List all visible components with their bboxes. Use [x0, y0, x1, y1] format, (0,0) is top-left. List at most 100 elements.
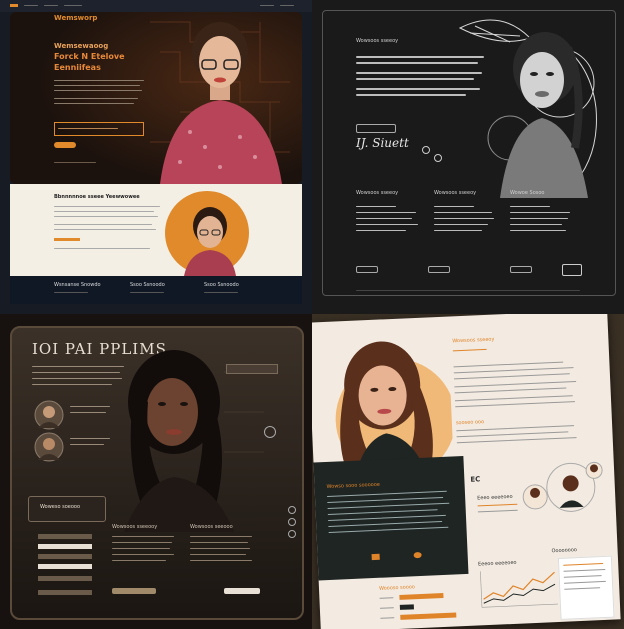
- social-icon[interactable]: [422, 146, 430, 154]
- col-line: [112, 560, 166, 561]
- hero-text-line: [54, 162, 96, 163]
- progress-bar: [399, 593, 444, 600]
- outline-button[interactable]: [356, 124, 396, 133]
- col-button[interactable]: [356, 266, 378, 273]
- nav-item[interactable]: [280, 5, 294, 6]
- text-line: [54, 248, 150, 249]
- form-field[interactable]: [38, 564, 92, 569]
- form-field[interactable]: [38, 534, 92, 539]
- text-line: [328, 526, 449, 533]
- text-line: [54, 206, 160, 207]
- chart-subtitle: Eeeoo eeeeoeo: [477, 559, 517, 568]
- text-line: [328, 521, 443, 527]
- col-line: [510, 218, 568, 219]
- text-line: [453, 373, 570, 380]
- search-bar[interactable]: [226, 364, 278, 374]
- text-line: [454, 387, 567, 394]
- text-line: [327, 502, 450, 509]
- hero-card: Wemsworp Wemsewaoog Forck N Etelove Eenn…: [10, 12, 302, 184]
- form-field[interactable]: [38, 544, 92, 549]
- action-button[interactable]: [224, 588, 260, 594]
- eee-label: Eeeo eeeeoeo: [477, 493, 513, 502]
- footer-col-1[interactable]: Wsnsanse Snowdo: [54, 282, 101, 288]
- col-line: [356, 224, 418, 225]
- signature: IJ. Siuett: [356, 136, 409, 150]
- bars-title: Woooso soooo: [378, 584, 416, 592]
- text-line: [563, 563, 604, 566]
- mockup-light-sheet: Wowsoos sseeoy sooseo ooo Wowso sooo soo…: [312, 314, 624, 629]
- social-icon[interactable]: [434, 154, 442, 162]
- input-text: [58, 128, 118, 129]
- footer-line: [54, 292, 88, 293]
- text-line: [328, 514, 446, 521]
- text-line: [54, 224, 152, 225]
- side-icon[interactable]: [288, 518, 296, 526]
- col-line: [434, 206, 474, 207]
- text-line: [454, 395, 573, 402]
- text-line: [564, 587, 601, 590]
- column-2-title: Wowsoos sseeoy: [434, 190, 477, 196]
- column-3-title: Wowoe Sosoo: [510, 190, 545, 196]
- bar-label: [379, 597, 394, 599]
- chat-icon[interactable]: [562, 264, 582, 276]
- text-line: [456, 431, 569, 438]
- hero-line-3: Eenniifeas: [54, 63, 101, 72]
- thumbnail-avatar: [34, 400, 64, 430]
- header-text: Wowsoos sseeoy: [356, 38, 399, 44]
- col-line: [434, 224, 488, 225]
- footer-col-3[interactable]: Ssoo Ssnoodo: [204, 282, 239, 288]
- radio-icon[interactable]: [264, 426, 276, 438]
- column-2-title: Wowsoos seeooo: [190, 524, 233, 530]
- form-field[interactable]: [38, 554, 92, 559]
- dark-title: Wowso sooo soooooe: [326, 481, 381, 491]
- thumbnail-avatar: [34, 432, 64, 462]
- hero-cta-button[interactable]: [54, 142, 76, 148]
- divider: [356, 290, 580, 291]
- col-button[interactable]: [510, 266, 532, 273]
- hero-text-line: [54, 98, 138, 99]
- small-tag: sooseo ooo: [455, 419, 485, 427]
- bar-label: [380, 617, 395, 619]
- dark-panel: Wowso sooo soooooe: [313, 456, 469, 581]
- text-line: [54, 216, 158, 217]
- play-icon[interactable]: [371, 553, 380, 561]
- hero-text-line: [54, 90, 142, 91]
- form-field[interactable]: [38, 590, 92, 595]
- text-line: [453, 367, 574, 374]
- col-line: [190, 548, 250, 549]
- team-avatars: [522, 461, 603, 512]
- progress-bar: [399, 604, 414, 610]
- hero-text-line: [54, 80, 144, 81]
- mockup-monochrome: Wowsoos sseeoy IJ. Siuett Wowsoos sseeoy…: [312, 0, 624, 314]
- nav-item[interactable]: [260, 5, 274, 6]
- circle-icon[interactable]: [413, 551, 422, 559]
- col-line: [112, 536, 174, 537]
- banner-text: Woweso soeooo: [40, 504, 81, 510]
- nav-item[interactable]: [24, 5, 38, 6]
- footer-col-2[interactable]: Ssoo Ssnoodo: [130, 282, 165, 288]
- accent-link[interactable]: [54, 238, 80, 241]
- text-line: [32, 384, 112, 385]
- accent-line: [452, 348, 487, 352]
- sketch-portrait: [458, 19, 597, 198]
- col-line: [112, 554, 174, 555]
- chart-title: Oooooooo: [551, 547, 578, 555]
- eco-label: EC: [470, 475, 481, 484]
- nav-logo-mark[interactable]: [10, 4, 18, 7]
- portrait-photo: [124, 350, 264, 532]
- avatar: [165, 191, 249, 276]
- side-icon[interactable]: [288, 506, 296, 514]
- hero-input-field[interactable]: [54, 122, 144, 136]
- side-icon[interactable]: [288, 530, 296, 538]
- col-button[interactable]: [428, 266, 450, 273]
- hero-line-1: Wemsewaoog: [54, 42, 109, 50]
- nav-item[interactable]: [64, 5, 82, 6]
- nav-item[interactable]: [44, 5, 58, 6]
- action-button[interactable]: [112, 588, 156, 594]
- col-line: [434, 212, 492, 213]
- hero-line-2: Forck N Etelove: [54, 52, 125, 61]
- form-field[interactable]: [38, 576, 92, 581]
- about-section: Bbnnnnnoe sseee Yeewwowee: [10, 184, 302, 276]
- section-title: Bbnnnnnoe sseee Yeewwowee: [54, 194, 140, 200]
- portrait-photo: [160, 22, 282, 184]
